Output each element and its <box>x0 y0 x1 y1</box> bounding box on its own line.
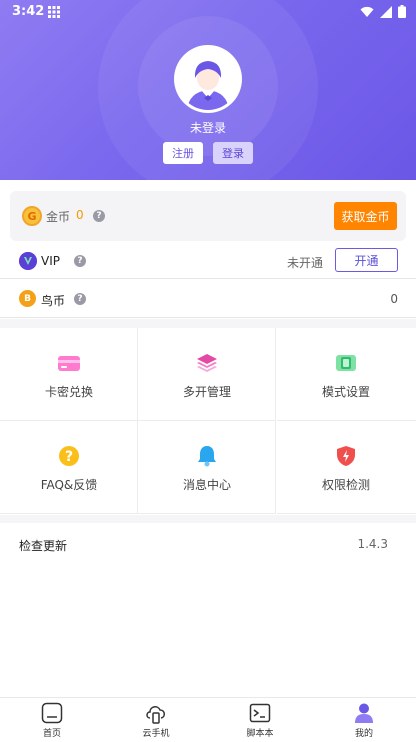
feature-label: 模式设置 <box>321 385 370 399</box>
feature-card-messages[interactable]: 消息中心 <box>138 421 276 514</box>
help-icon[interactable]: ? <box>74 293 86 305</box>
tab-label: 脚本本 <box>246 729 274 739</box>
feature-label: FAQ&反馈 <box>40 478 98 492</box>
bird-coin-value: 0 <box>390 292 398 306</box>
mode-icon <box>336 355 356 371</box>
check-update-row[interactable]: 检查更新 1.4.3 <box>0 523 416 565</box>
tab-profile[interactable]: 我的 <box>312 698 416 742</box>
tab-label: 首页 <box>42 729 61 739</box>
gold-coin-icon: G <box>22 206 42 226</box>
bird-coin-row: B 鸟币 ? 0 <box>0 280 416 318</box>
default-avatar-icon <box>177 48 239 110</box>
feature-label: 消息中心 <box>182 478 231 492</box>
vip-label: VIP <box>41 254 60 268</box>
gold-coin-label: 金币 <box>46 210 71 224</box>
get-coins-button[interactable]: 获取金币 <box>334 202 397 230</box>
profile-icon <box>355 703 373 723</box>
tab-home[interactable]: 首页 <box>0 698 104 742</box>
feature-label: 权限检测 <box>321 478 370 492</box>
question-icon: ? <box>59 446 79 466</box>
layers-icon <box>197 354 217 372</box>
feature-card-redeem[interactable]: 卡密兑换 <box>0 328 138 421</box>
feature-card-faq[interactable]: ? FAQ&反馈 <box>0 421 138 514</box>
vip-status: 未开通 <box>287 256 324 270</box>
profile-header: 3:42 未登录 注册 登录 <box>0 0 416 180</box>
card-icon <box>58 356 80 371</box>
gold-coin-value: 0 <box>76 208 84 222</box>
app-version: 1.4.3 <box>357 537 388 551</box>
register-button[interactable]: 注册 <box>163 142 203 164</box>
tab-label: 我的 <box>354 729 373 739</box>
feature-label: 卡密兑换 <box>44 385 93 399</box>
feature-grid: 卡密兑换 多开管理 模式设置 ? FAQ&反馈 消息中心 权限检测 <box>0 328 416 515</box>
cloud-phone-icon <box>146 706 165 724</box>
feature-card-mode[interactable]: 模式设置 <box>277 328 416 421</box>
vip-row: VIP ? 未开通 开通 <box>0 243 416 279</box>
battery-icon <box>398 5 406 18</box>
feature-card-permissions[interactable]: 权限检测 <box>277 421 416 514</box>
home-icon <box>41 702 63 724</box>
status-icons <box>360 5 406 18</box>
login-status-text: 未登录 <box>189 121 226 135</box>
tab-cloud-phone[interactable]: 云手机 <box>104 698 208 742</box>
status-bar: 3:42 <box>0 0 416 24</box>
login-button[interactable]: 登录 <box>213 142 253 164</box>
help-icon[interactable]: ? <box>74 255 86 267</box>
tab-label: 云手机 <box>142 729 170 739</box>
terminal-icon <box>249 703 271 723</box>
vip-icon <box>19 252 37 270</box>
feature-label: 多开管理 <box>182 385 231 399</box>
bird-coin-label: 鸟币 <box>41 294 66 308</box>
svg-text:?: ? <box>65 449 73 465</box>
open-vip-button[interactable]: 开通 <box>335 248 398 272</box>
section-divider <box>0 515 416 523</box>
apps-grid-icon <box>48 6 60 18</box>
signal-icon <box>380 5 392 18</box>
shield-icon <box>337 446 355 466</box>
status-time: 3:42 <box>12 4 45 19</box>
help-icon[interactable]: ? <box>93 210 105 222</box>
feature-card-multi-open[interactable]: 多开管理 <box>138 328 276 421</box>
check-update-label: 检查更新 <box>19 539 68 553</box>
avatar[interactable] <box>174 45 242 113</box>
tab-scripts[interactable]: 脚本本 <box>208 698 312 742</box>
bird-coin-icon: B <box>19 290 36 307</box>
gold-coin-card: G 金币 0 ? 获取金币 <box>10 191 406 241</box>
wifi-icon <box>360 6 374 17</box>
section-divider <box>0 319 416 328</box>
bottom-tab-bar: 首页 云手机 脚本本 我的 <box>0 697 416 741</box>
bell-icon <box>198 446 216 467</box>
